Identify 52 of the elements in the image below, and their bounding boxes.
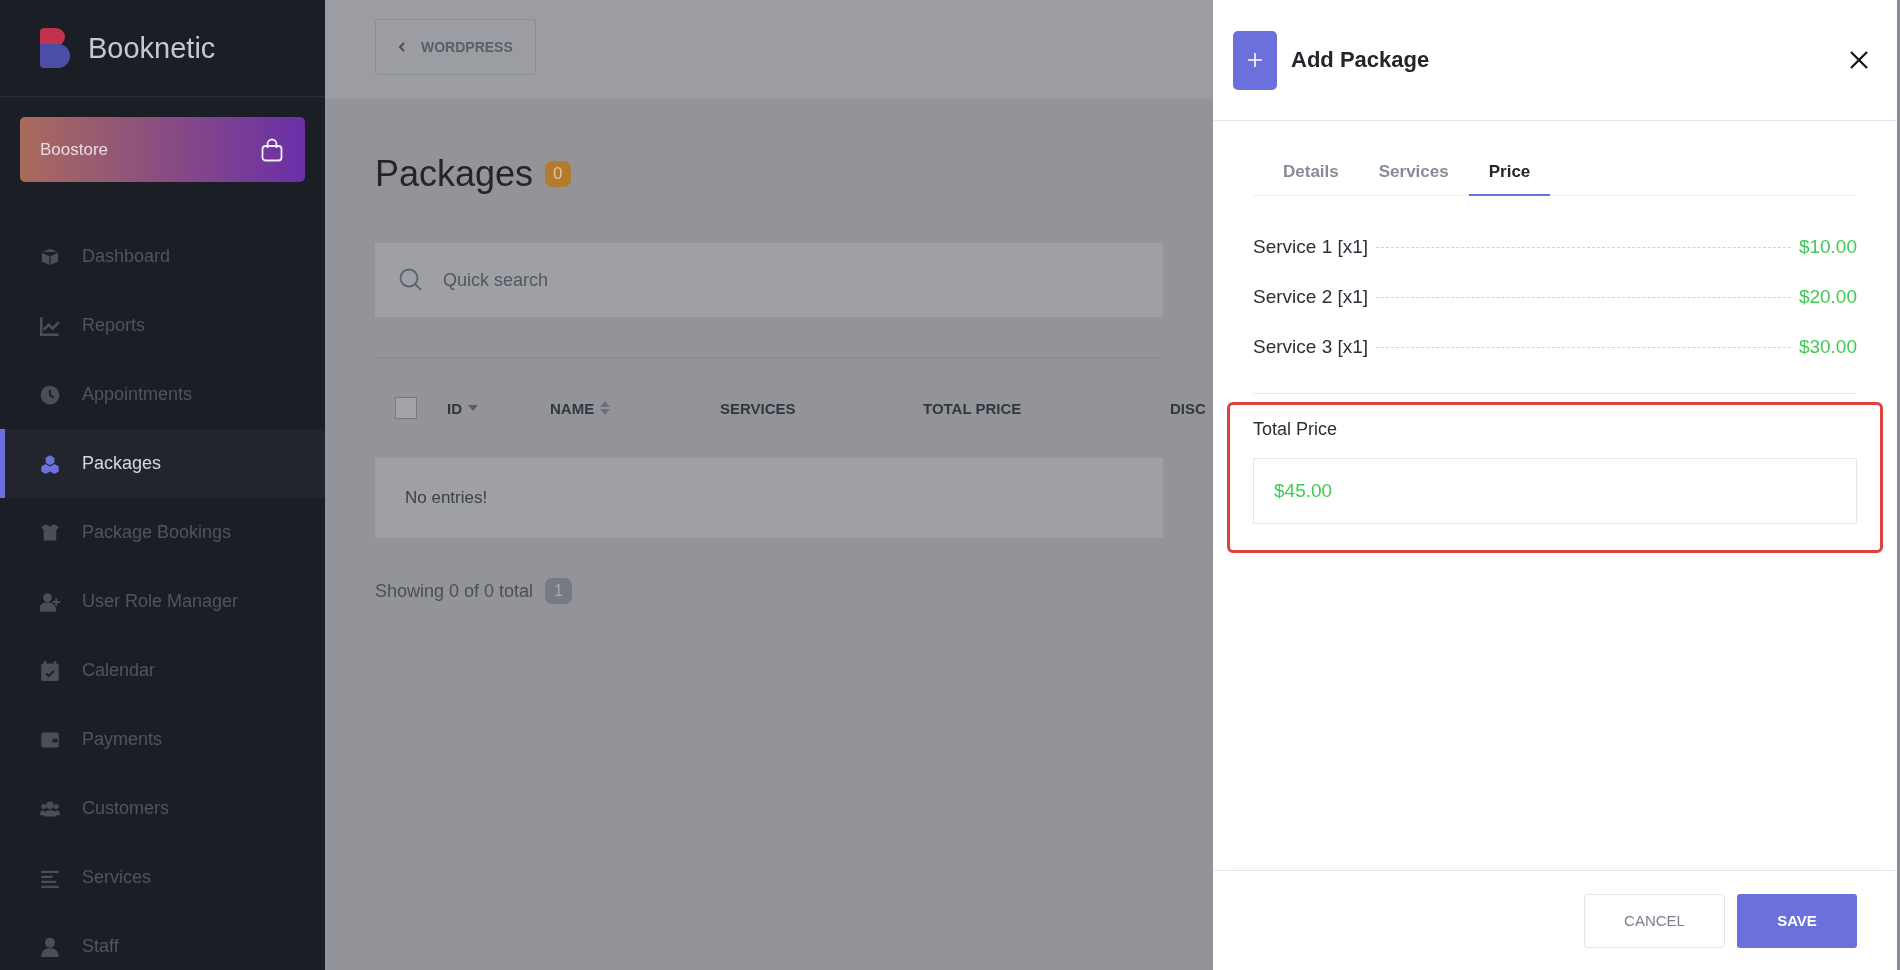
service-name: Service 2 [x1]: [1253, 286, 1369, 308]
field-label: Total Price: [1253, 418, 1339, 441]
column-header[interactable]: ID: [447, 399, 462, 417]
user-plus-icon: [40, 591, 60, 612]
cancel-button[interactable]: CANCEL: [1584, 893, 1725, 948]
search-field[interactable]: Quick search: [375, 243, 1163, 317]
total-price-field[interactable]: $45.00: [1253, 458, 1857, 524]
close-icon: [1849, 50, 1869, 70]
service-price: $20.00: [1798, 286, 1857, 308]
app-name: Booknetic: [88, 31, 216, 65]
chart-icon: [40, 315, 60, 336]
user-icon: [40, 936, 60, 957]
sidebar-item[interactable]: Appointments: [0, 360, 325, 429]
sort-down-icon: [468, 405, 478, 411]
count-badge: 0: [545, 161, 571, 187]
sidebar-item[interactable]: Staff: [0, 912, 325, 970]
chevron-left-icon: [398, 42, 405, 52]
empty-message: No entries!: [405, 488, 488, 508]
sidebar-item[interactable]: Package Bookings: [0, 498, 325, 567]
calendar-icon: [40, 660, 60, 681]
tab[interactable]: Details: [1263, 162, 1359, 196]
back-button[interactable]: WORDPRESS: [375, 19, 536, 75]
tab[interactable]: Price: [1468, 162, 1551, 196]
service-price: $10.00: [1798, 236, 1857, 258]
column-header[interactable]: SERVICES: [720, 399, 796, 417]
shopping-bag-icon: [261, 137, 283, 162]
sidebar-item[interactable]: Reports: [0, 291, 325, 360]
sort-icon: [600, 401, 611, 415]
column-header[interactable]: TOTAL PRICE: [923, 399, 1022, 417]
sidebar-item[interactable]: Services: [0, 843, 325, 912]
sidebar-item[interactable]: User Role Manager: [0, 567, 325, 636]
service-name: Service 3 [x1]: [1253, 336, 1369, 358]
save-button[interactable]: SAVE: [1737, 893, 1857, 948]
panel-title: Add Package: [1291, 47, 1431, 73]
cubes-icon: [40, 453, 60, 474]
service-name: Service 1 [x1]: [1253, 236, 1369, 258]
column-header[interactable]: DISC: [1170, 399, 1206, 417]
sidebar-item[interactable]: Customers: [0, 774, 325, 843]
pagination-summary: Showing 0 of 0 total: [375, 580, 534, 602]
clock-icon: [40, 384, 60, 405]
box-icon: [40, 246, 60, 267]
checkbox[interactable]: [395, 397, 417, 419]
service-price: $30.00: [1798, 336, 1857, 358]
page-title: Packages: [375, 153, 534, 195]
sidebar-item[interactable]: Dashboard: [0, 222, 325, 291]
sidebar-item[interactable]: Payments: [0, 705, 325, 774]
store-button[interactable]: Boostore: [20, 117, 305, 182]
sidebar-item[interactable]: Calendar: [0, 636, 325, 705]
plus-icon: [1233, 30, 1277, 90]
tab[interactable]: Services: [1358, 162, 1469, 196]
column-header[interactable]: NAME: [550, 399, 595, 417]
sidebar-item[interactable]: Packages: [0, 429, 325, 498]
